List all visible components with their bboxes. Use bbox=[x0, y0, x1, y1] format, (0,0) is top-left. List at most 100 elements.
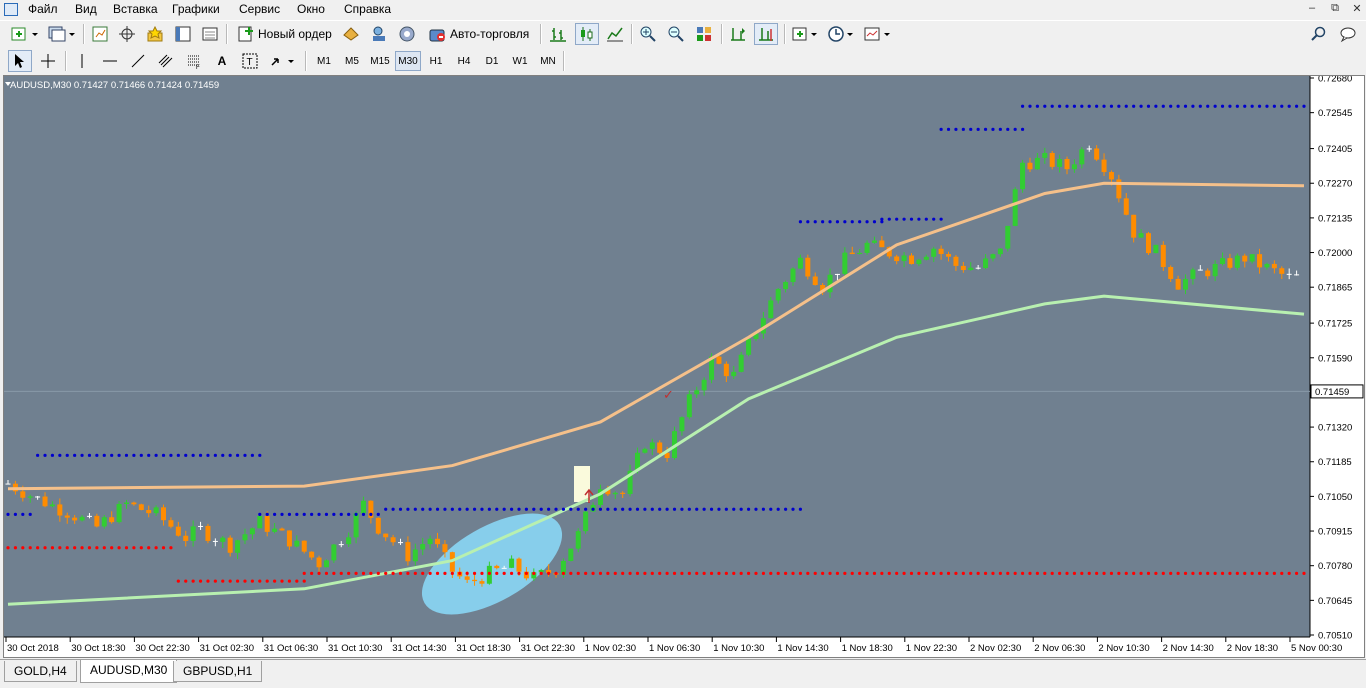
price-chart[interactable]: 0.72680 0.72545 0.72405 0.72270 0.72135 0.720… bbox=[4, 74, 1364, 657]
metaeditor-icon[interactable] bbox=[340, 23, 362, 45]
menu-bar: Файл Вид Вставка Графики Сервис Окно Спр… bbox=[0, 0, 1366, 20]
menu-window[interactable]: Окно bbox=[297, 2, 325, 16]
profiles-button[interactable] bbox=[46, 23, 78, 45]
market-watch-icon[interactable] bbox=[89, 23, 111, 45]
text-icon[interactable]: A bbox=[211, 50, 233, 72]
sar-dot bbox=[287, 512, 292, 516]
templates-button[interactable] bbox=[862, 23, 894, 45]
app-icon[interactable] bbox=[4, 3, 18, 16]
sar-dot bbox=[621, 571, 625, 575]
timeframe-m30[interactable]: M30 bbox=[395, 51, 421, 71]
bar-chart-icon[interactable] bbox=[547, 23, 569, 45]
horizontal-line-icon[interactable] bbox=[99, 50, 121, 72]
sar-dot bbox=[969, 127, 973, 131]
sar-dot bbox=[983, 571, 988, 575]
candle-body bbox=[908, 255, 914, 265]
sar-dot bbox=[250, 579, 254, 583]
sar-dot bbox=[917, 217, 921, 221]
sar-dot bbox=[413, 507, 417, 511]
candle-body bbox=[198, 525, 204, 527]
menu-help[interactable]: Справка bbox=[344, 2, 391, 16]
autotrading-button[interactable]: Авто-торговля bbox=[424, 23, 534, 45]
candle-body bbox=[923, 256, 929, 260]
terminal-icon[interactable] bbox=[172, 23, 194, 45]
sar-dot bbox=[835, 571, 840, 575]
search-icon[interactable] bbox=[1308, 23, 1330, 45]
timeframe-h1[interactable]: H1 bbox=[423, 51, 449, 71]
candle-body bbox=[146, 509, 152, 514]
tab-audusd-m30[interactable]: AUDUSD,M30 bbox=[80, 660, 178, 683]
chart-window[interactable]: 0.72680 0.72545 0.72405 0.72270 0.72135 0.720… bbox=[3, 74, 1365, 658]
text-label-icon[interactable]: T bbox=[239, 50, 261, 72]
equidistant-channel-icon[interactable] bbox=[155, 50, 177, 72]
sar-dot bbox=[584, 571, 588, 575]
menu-file[interactable]: Файл bbox=[28, 2, 58, 16]
cursor-icon[interactable] bbox=[8, 50, 32, 72]
candle-body bbox=[109, 517, 115, 523]
new-chart-button[interactable] bbox=[8, 23, 42, 45]
sar-dot bbox=[302, 579, 306, 583]
timeframe-m5[interactable]: M5 bbox=[339, 51, 365, 71]
sar-dot bbox=[1028, 571, 1032, 575]
y-tick-label: 0.71050 bbox=[1318, 492, 1352, 503]
menu-tools[interactable]: Сервис bbox=[239, 2, 280, 16]
restore-icon[interactable]: ⧉ bbox=[1326, 2, 1344, 16]
candlestick-chart-icon[interactable] bbox=[575, 23, 599, 45]
sar-dot bbox=[791, 571, 795, 575]
close-icon[interactable]: ✕ bbox=[1348, 2, 1366, 16]
crosshair-icon[interactable] bbox=[36, 50, 60, 72]
candle-body bbox=[1108, 172, 1114, 180]
data-window-icon[interactable] bbox=[116, 23, 138, 45]
tab-gbpusd-h1[interactable]: GBPUSD,H1 bbox=[173, 661, 263, 682]
arrows-button[interactable] bbox=[267, 50, 299, 72]
sar-dot bbox=[421, 571, 425, 575]
zoom-in-icon[interactable] bbox=[637, 23, 659, 45]
sar-dot bbox=[110, 546, 114, 550]
menu-charts[interactable]: Графики bbox=[172, 2, 220, 16]
tile-windows-icon[interactable] bbox=[693, 23, 715, 45]
vertical-line-icon[interactable] bbox=[71, 50, 93, 72]
strategy-tester-icon[interactable] bbox=[199, 23, 221, 45]
market-icon[interactable] bbox=[396, 23, 418, 45]
periods-button[interactable] bbox=[826, 23, 858, 45]
fibonacci-icon[interactable]: F bbox=[183, 50, 205, 72]
navigator-icon[interactable] bbox=[144, 23, 166, 45]
candle-body bbox=[1168, 267, 1174, 279]
signals-icon[interactable] bbox=[368, 23, 390, 45]
sar-dot bbox=[1287, 104, 1291, 108]
sar-dot bbox=[791, 507, 795, 511]
timeframe-w1[interactable]: W1 bbox=[507, 51, 533, 71]
sar-dot bbox=[709, 507, 714, 511]
line-chart-icon[interactable] bbox=[604, 23, 626, 45]
auto-scroll-icon[interactable] bbox=[727, 23, 749, 45]
timeframe-h4[interactable]: H4 bbox=[451, 51, 477, 71]
menu-insert[interactable]: Вставка bbox=[113, 2, 158, 16]
sar-dot bbox=[406, 507, 410, 511]
y-tick-label: 0.70510 bbox=[1318, 631, 1352, 642]
chat-icon[interactable] bbox=[1336, 23, 1360, 45]
sar-dot bbox=[584, 507, 588, 511]
zoom-out-icon[interactable] bbox=[665, 23, 687, 45]
trendline-icon[interactable] bbox=[127, 50, 149, 72]
sar-dot bbox=[1080, 104, 1084, 108]
sar-dot bbox=[939, 127, 943, 131]
chart-shift-icon[interactable] bbox=[754, 23, 778, 45]
sar-dot bbox=[117, 453, 121, 457]
tab-gold-h4[interactable]: GOLD,H4 bbox=[4, 661, 77, 682]
new-order-button[interactable]: Новый ордер bbox=[233, 23, 335, 45]
minimize-icon[interactable]: – bbox=[1303, 2, 1321, 16]
sar-dot bbox=[1020, 571, 1025, 575]
sar-dot bbox=[1191, 571, 1195, 575]
sar-dot bbox=[539, 507, 543, 511]
sar-dot bbox=[961, 571, 965, 575]
timeframe-m1[interactable]: M1 bbox=[311, 51, 337, 71]
sar-dot bbox=[295, 579, 299, 583]
sar-dot bbox=[161, 453, 166, 457]
candle-body bbox=[161, 507, 167, 521]
timeframe-d1[interactable]: D1 bbox=[479, 51, 505, 71]
timeframe-mn[interactable]: MN bbox=[535, 51, 561, 71]
timeframe-m15[interactable]: M15 bbox=[367, 51, 393, 71]
menu-view[interactable]: Вид bbox=[75, 2, 97, 16]
indicators-button[interactable] bbox=[790, 23, 822, 45]
candle-body bbox=[286, 530, 292, 547]
